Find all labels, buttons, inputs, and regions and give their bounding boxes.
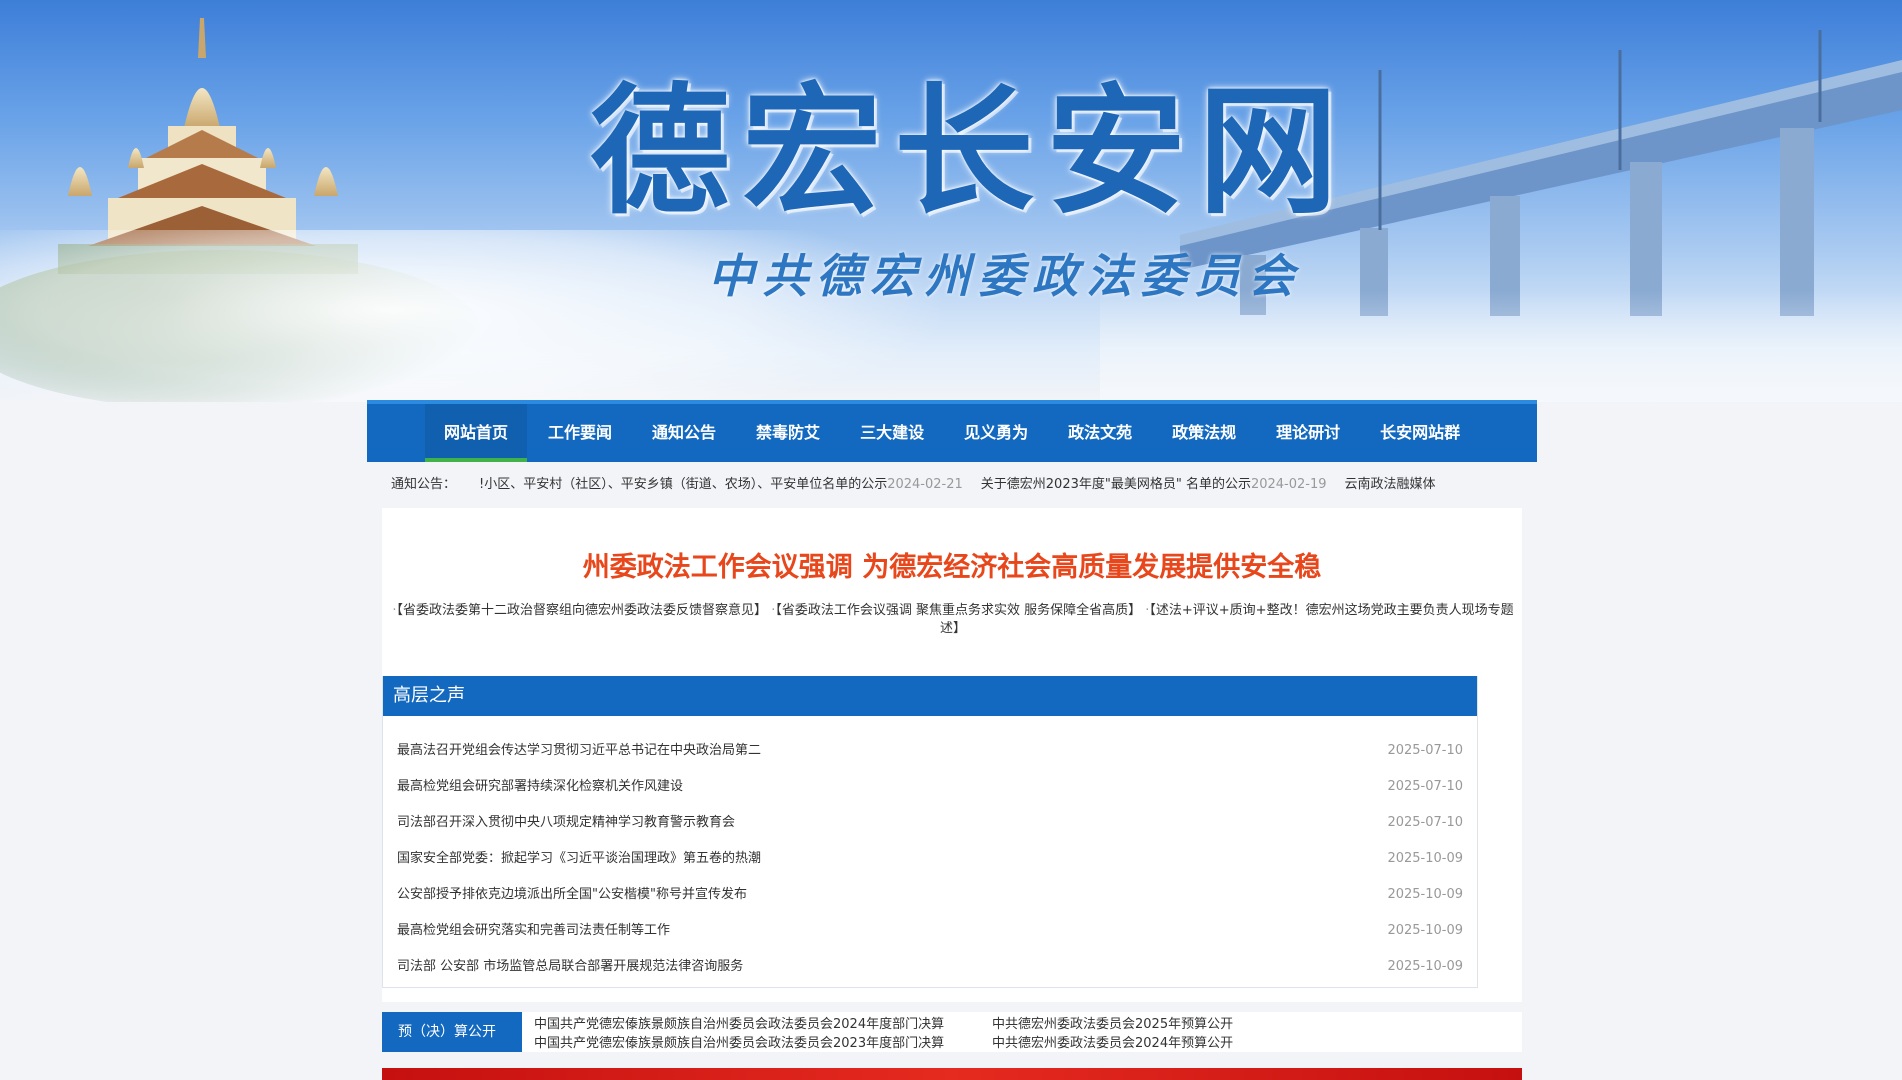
related-link[interactable]: 【省委政法工作会议强调 聚焦重点务求实效 服务保障全省高质】 [775, 603, 1141, 618]
news-item[interactable]: 公安部授予排依克边境派出所全国"公安楷模"称号并宣传发布 2025-10-09 [383, 886, 1477, 922]
news-item-date: 2025-10-09 [1387, 851, 1463, 866]
news-item-title[interactable]: 公安部授予排依克边境派出所全国"公安楷模"称号并宣传发布 [397, 886, 747, 904]
news-item-title[interactable]: 最高检党组会研究落实和完善司法责任制等工作 [397, 922, 670, 940]
red-banner-strip [382, 1068, 1522, 1080]
nav-item[interactable]: 网站首页 [425, 404, 528, 462]
notice-item[interactable]: 云南政法融媒体 [1345, 470, 1436, 500]
budget-link[interactable]: 中共德宏州委政法委员会2024年预算公开 [992, 1034, 1233, 1053]
nav-item[interactable]: 政法文苑 [1049, 404, 1151, 462]
main-nav: 网站首页 工作要闻 通知公告 禁毒防艾 三大建设 见义勇为 政法文苑 政策法规 理论研讨 长安网站… [367, 400, 1537, 462]
news-item-date: 2025-07-10 [1387, 815, 1463, 830]
news-item-date: 2025-10-09 [1387, 887, 1463, 902]
site-banner: 德宏长安网 中共德宏州委政法委员会 [0, 0, 1902, 402]
news-item-title[interactable]: 最高检党组会研究部署持续深化检察机关作风建设 [397, 778, 683, 796]
news-item[interactable]: 司法部召开深入贯彻中央八项规定精神学习教育警示教育会 2025-07-10 [383, 814, 1477, 850]
budget-links-left: 中国共产党德宏傣族景颇族自治州委员会政法委员会2024年度部门决算 中国共产党德宏… [534, 1015, 944, 1053]
budget-link[interactable]: 中国共产党德宏傣族景颇族自治州委员会政法委员会2024年度部门决算 [534, 1015, 944, 1034]
news-item-date: 2025-10-09 [1387, 959, 1463, 974]
news-item[interactable]: 司法部 公安部 市场监管总局联合部署开展规范法律咨询服务 2025-10-09 [383, 958, 1477, 987]
main-nav-list: 网站首页 工作要闻 通知公告 禁毒防艾 三大建设 见义勇为 政法文苑 政策法规 理论研讨 长安网站… [367, 404, 1537, 462]
news-item[interactable]: 最高法召开党组会传达学习贯彻习近平总书记在中央政治局第二 2025-07-10 [383, 742, 1477, 778]
notice-item-text: !小区、平安村（社区）、平安乡镇（街道、农场）、平安单位名单的公示 [479, 477, 888, 492]
nav-item[interactable]: 见义勇为 [945, 404, 1047, 462]
related-link[interactable]: 【省委政法委第十二政治督察组向德宏州委政法委反馈督察意见】 [397, 603, 768, 618]
nav-item[interactable]: 理论研讨 [1257, 404, 1359, 462]
nav-item[interactable]: 政策法规 [1153, 404, 1255, 462]
notice-label: 通知公告： [391, 477, 457, 492]
notice-item-text: 云南政法融媒体 [1344, 477, 1436, 492]
news-panel-title[interactable]: 高层之声 [383, 676, 1477, 716]
budget-link[interactable]: 中共德宏州委政法委员会2025年预算公开 [992, 1015, 1233, 1034]
news-item[interactable]: 国家安全部党委：掀起学习《习近平谈治国理政》第五卷的热潮 2025-10-09 [383, 850, 1477, 886]
news-item-title[interactable]: 国家安全部党委：掀起学习《习近平谈治国理政》第五卷的热潮 [397, 850, 761, 868]
notice-item-text: 关于德宏州2023年度"最美网格员" 名单的公示 [980, 477, 1251, 492]
news-item[interactable]: 最高检党组会研究部署持续深化检察机关作风建设 2025-07-10 [383, 778, 1477, 814]
related-links: ·【省委政法委第十二政治督察组向德宏州委政法委反馈督察意见】 ·【省委政法工作会… [388, 602, 1518, 638]
budget-links-right: 中共德宏州委政法委员会2025年预算公开 中共德宏州委政法委员会2024年预算公开 [992, 1015, 1233, 1053]
budget-strip: 预（决）算公开 中国共产党德宏傣族景颇族自治州委员会政法委员会2024年度部门决… [382, 1012, 1522, 1052]
notice-bar: 通知公告： !小区、平安村（社区）、平安乡镇（街道、农场）、平安单位名单的公示2… [367, 470, 1537, 500]
news-item-date: 2025-07-10 [1387, 743, 1463, 758]
headline-link[interactable]: 州委政法工作会议强调 为德宏经济社会高质量发展提供安全稳 [382, 548, 1522, 588]
notice-item[interactable]: !小区、平安村（社区）、平安乡镇（街道、农场）、平安单位名单的公示2024-02… [479, 470, 963, 500]
notice-item-date: 2024-02-21 [887, 477, 963, 492]
nav-item[interactable]: 通知公告 [633, 404, 735, 462]
news-list: 最高法召开党组会传达学习贯彻习近平总书记在中央政治局第二 2025-07-10 最高… [383, 716, 1477, 987]
nav-item[interactable]: 禁毒防艾 [737, 404, 839, 462]
notice-item[interactable]: 关于德宏州2023年度"最美网格员" 名单的公示2024-02-19 [981, 470, 1327, 500]
site-title: 德宏长安网 [590, 71, 1351, 234]
site-subtitle: 中共德宏州委政法委员会 [708, 249, 1302, 303]
nav-item[interactable]: 三大建设 [841, 404, 943, 462]
main-content: 州委政法工作会议强调 为德宏经济社会高质量发展提供安全稳 ·【省委政法委第十二政… [382, 508, 1522, 1002]
notice-item-date: 2024-02-19 [1250, 477, 1327, 492]
news-item-title[interactable]: 司法部召开深入贯彻中央八项规定精神学习教育警示教育会 [397, 814, 735, 832]
news-panel-gaoceng: 高层之声 最高法召开党组会传达学习贯彻习近平总书记在中央政治局第二 2025-07… [382, 676, 1478, 988]
news-item-title[interactable]: 司法部 公安部 市场监管总局联合部署开展规范法律咨询服务 [397, 958, 743, 976]
news-item-date: 2025-07-10 [1387, 779, 1463, 794]
news-item-date: 2025-10-09 [1387, 923, 1463, 938]
banner-water [1100, 290, 1902, 402]
nav-item[interactable]: 工作要闻 [529, 404, 631, 462]
nav-item[interactable]: 长安网站群 [1361, 404, 1479, 462]
budget-tag[interactable]: 预（决）算公开 [382, 1012, 522, 1052]
news-item[interactable]: 最高检党组会研究落实和完善司法责任制等工作 2025-10-09 [383, 922, 1477, 958]
budget-link[interactable]: 中国共产党德宏傣族景颇族自治州委员会政法委员会2023年度部门决算 [534, 1034, 944, 1053]
notice-ticker: !小区、平安村（社区）、平安乡镇（街道、农场）、平安单位名单的公示2024-02… [479, 470, 1519, 500]
news-item-title[interactable]: 最高法召开党组会传达学习贯彻习近平总书记在中央政治局第二 [397, 742, 761, 760]
